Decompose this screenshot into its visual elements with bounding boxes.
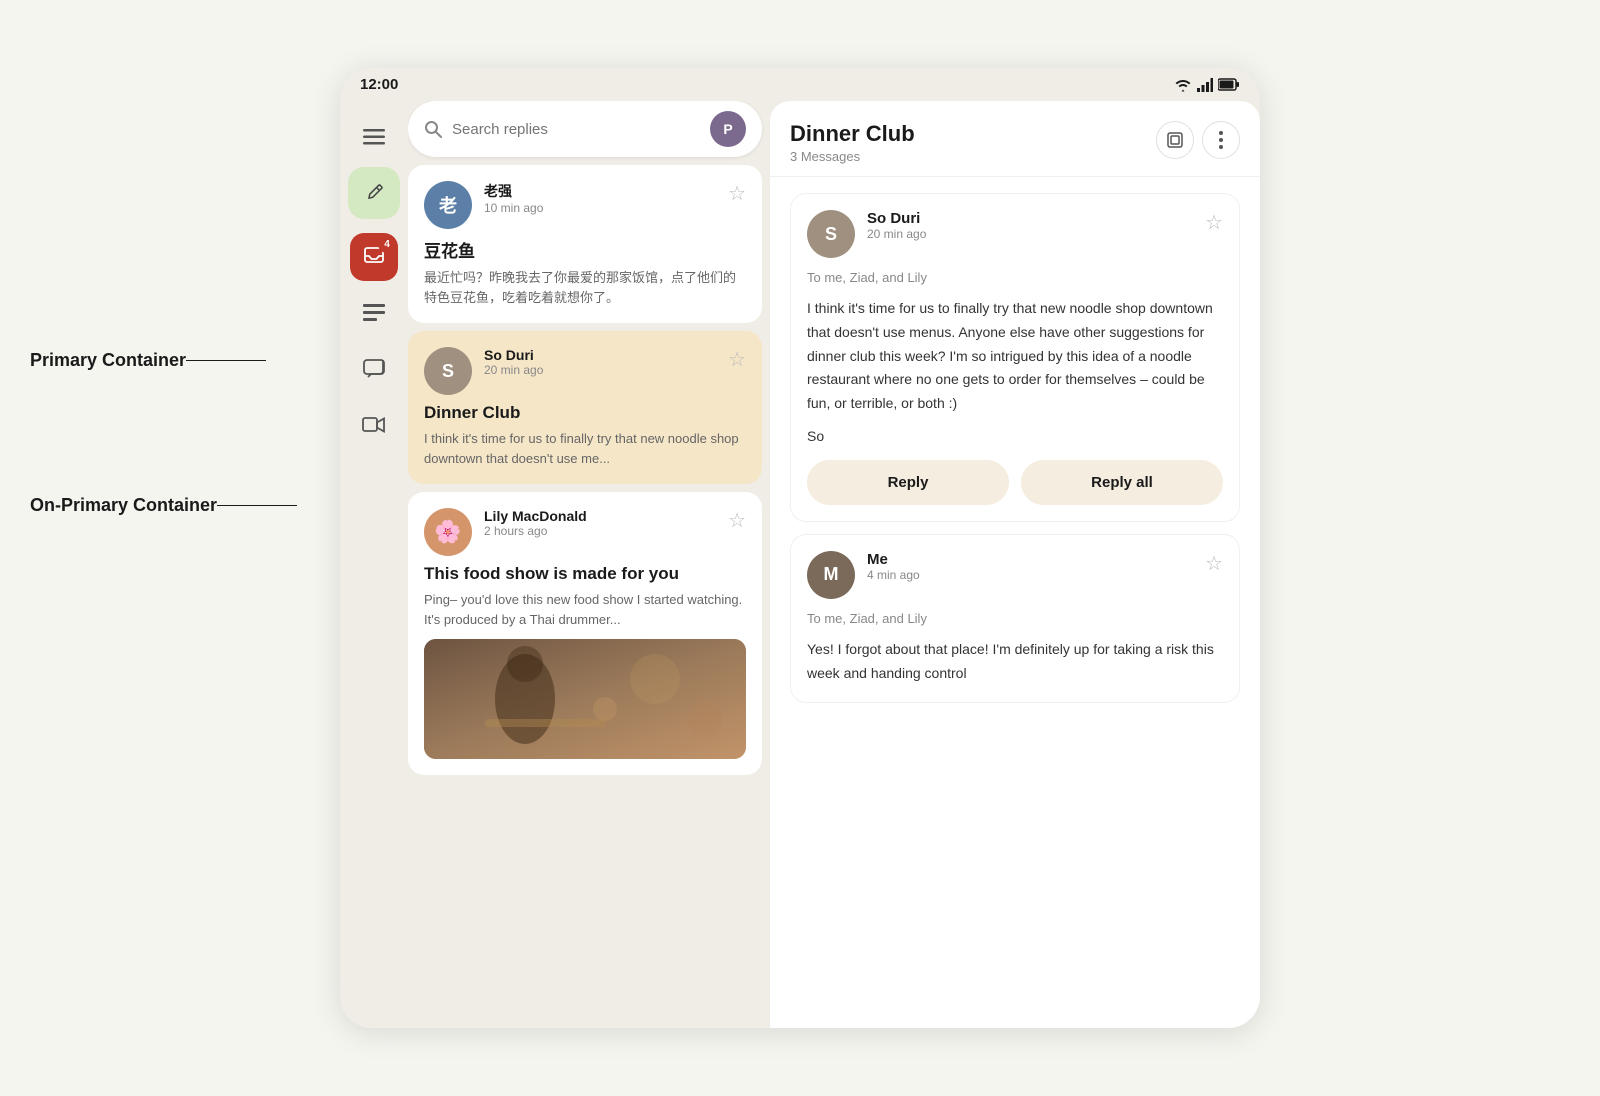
reply-buttons: Reply Reply all	[807, 460, 1223, 505]
message-sender-1: So Duri	[867, 210, 1193, 227]
email-preview-1: 最近忙吗？昨晚我去了你最爱的那家饭馆，点了他们的特色豆花鱼，吃着吃着就想你了。	[424, 268, 746, 307]
email-card-1[interactable]: 老 老强 10 min ago ☆ 豆花鱼 最近忙吗？昨晚我去了你最爱的那家饭馆…	[408, 165, 762, 323]
email-meta-3: Lily MacDonald 2 hours ago	[484, 508, 716, 538]
email-subject-2: Dinner Club	[424, 403, 746, 423]
message-to-2: To me, Ziad, and Lily	[807, 611, 1223, 626]
detail-header: Dinner Club 3 Messages	[770, 101, 1260, 177]
email-subject-3: This food show is made for you	[424, 564, 746, 584]
email-sender-1: 老强	[484, 181, 716, 201]
video-icon	[362, 416, 386, 434]
email-sender-3: Lily MacDonald	[484, 508, 716, 524]
left-inner: 4	[340, 101, 770, 1028]
search-input[interactable]	[452, 121, 700, 138]
message-1-info: So Duri 20 min ago	[867, 210, 1193, 241]
email-card-2-header: S So Duri 20 min ago ☆	[424, 347, 746, 395]
message-time-1: 20 min ago	[867, 227, 1193, 241]
star-3[interactable]: ☆	[728, 508, 746, 533]
avatar-lily: 🌸	[424, 508, 472, 556]
message-card-2: M Me 4 min ago ☆ To me, Ziad, and Lily Y…	[790, 534, 1240, 703]
expand-icon	[1167, 132, 1183, 148]
email-meta-1: 老强 10 min ago	[484, 181, 716, 215]
email-time-3: 2 hours ago	[484, 524, 716, 538]
phone-frame: 12:00	[340, 68, 1260, 1028]
star-2[interactable]: ☆	[728, 347, 746, 372]
email-preview-3: Ping– you'd love this new food show I st…	[424, 590, 746, 629]
sidebar-item-video[interactable]	[348, 399, 400, 451]
chat-icon	[363, 359, 385, 379]
message-sender-2: Me	[867, 551, 1193, 568]
email-time-1: 10 min ago	[484, 201, 716, 215]
expand-button[interactable]	[1156, 121, 1194, 159]
email-image-inner	[424, 639, 746, 759]
message-1-header: S So Duri 20 min ago ☆	[807, 210, 1223, 258]
email-card-1-header: 老 老强 10 min ago ☆	[424, 181, 746, 229]
status-time: 12:00	[360, 76, 398, 93]
left-panel: 4	[340, 101, 770, 1028]
email-card-3[interactable]: 🌸 Lily MacDonald 2 hours ago ☆ This food…	[408, 492, 762, 775]
signal-icon	[1197, 78, 1213, 92]
detail-title: Dinner Club	[790, 121, 915, 147]
annotation-line	[186, 360, 266, 361]
right-panel: Dinner Club 3 Messages	[770, 101, 1260, 1028]
user-avatar[interactable]: P	[710, 111, 746, 147]
compose-fab[interactable]	[348, 167, 400, 219]
email-meta-2: So Duri 20 min ago	[484, 347, 716, 377]
message-to-1: To me, Ziad, and Lily	[807, 270, 1223, 285]
email-card-3-header: 🌸 Lily MacDonald 2 hours ago ☆	[424, 508, 746, 556]
email-sender-2: So Duri	[484, 347, 716, 363]
search-bar: P	[408, 101, 762, 157]
message-star-1[interactable]: ☆	[1205, 210, 1223, 235]
avatar-soduri-detail: S	[807, 210, 855, 258]
annotation-line-2	[217, 505, 297, 506]
status-icons	[1174, 78, 1240, 92]
avatar-soduri-list: S	[424, 347, 472, 395]
message-2-info: Me 4 min ago	[867, 551, 1193, 582]
message-body-1: I think it's time for us to finally try …	[807, 297, 1223, 416]
message-2-header: M Me 4 min ago ☆	[807, 551, 1223, 599]
email-image-3	[424, 639, 746, 759]
avatar-me-detail: M	[807, 551, 855, 599]
menu-icon	[363, 129, 385, 145]
wifi-icon	[1174, 78, 1192, 92]
sidebar-item-articles[interactable]	[348, 287, 400, 339]
inbox-badge: 4	[378, 235, 396, 253]
detail-actions	[1156, 121, 1240, 159]
message-body-2: Yes! I forgot about that place! I'm defi…	[807, 638, 1223, 686]
more-icon	[1219, 131, 1223, 149]
page-wrapper: Primary Container On-Primary Container 1…	[0, 0, 1600, 1096]
email-preview-2: I think it's time for us to finally try …	[424, 429, 746, 468]
email-subject-1: 豆花鱼	[424, 237, 746, 262]
detail-title-group: Dinner Club 3 Messages	[790, 121, 915, 164]
message-card-1: S So Duri 20 min ago ☆ To me, Ziad, and …	[790, 193, 1240, 522]
email-card-2[interactable]: S So Duri 20 min ago ☆ Dinner Club I thi…	[408, 331, 762, 484]
search-icon	[424, 120, 442, 138]
battery-icon	[1218, 78, 1240, 91]
status-bar: 12:00	[340, 68, 1260, 101]
detail-messages: S So Duri 20 min ago ☆ To me, Ziad, and …	[770, 177, 1260, 1028]
email-list: P 老 老强 10 min ago ☆	[408, 101, 770, 1028]
sidebar-item-menu[interactable]	[348, 111, 400, 163]
message-signature-1: So	[807, 428, 1223, 444]
sidebar-item-inbox[interactable]: 4	[348, 231, 400, 283]
message-star-2[interactable]: ☆	[1205, 551, 1223, 576]
main-content: 4	[340, 101, 1260, 1028]
reply-all-button[interactable]: Reply all	[1021, 460, 1223, 505]
email-time-2: 20 min ago	[484, 363, 716, 377]
sidebar-item-chat[interactable]	[348, 343, 400, 395]
on-primary-container-label: On-Primary Container	[30, 495, 297, 516]
primary-container-label: Primary Container	[30, 350, 266, 371]
more-options-button[interactable]	[1202, 121, 1240, 159]
message-time-2: 4 min ago	[867, 568, 1193, 582]
compose-icon	[364, 183, 384, 203]
articles-icon	[363, 303, 385, 323]
detail-subtitle: 3 Messages	[790, 149, 915, 164]
reply-button[interactable]: Reply	[807, 460, 1009, 505]
nav-sidebar: 4	[340, 101, 408, 1028]
star-1[interactable]: ☆	[728, 181, 746, 206]
avatar-laoquiang: 老	[424, 181, 472, 229]
